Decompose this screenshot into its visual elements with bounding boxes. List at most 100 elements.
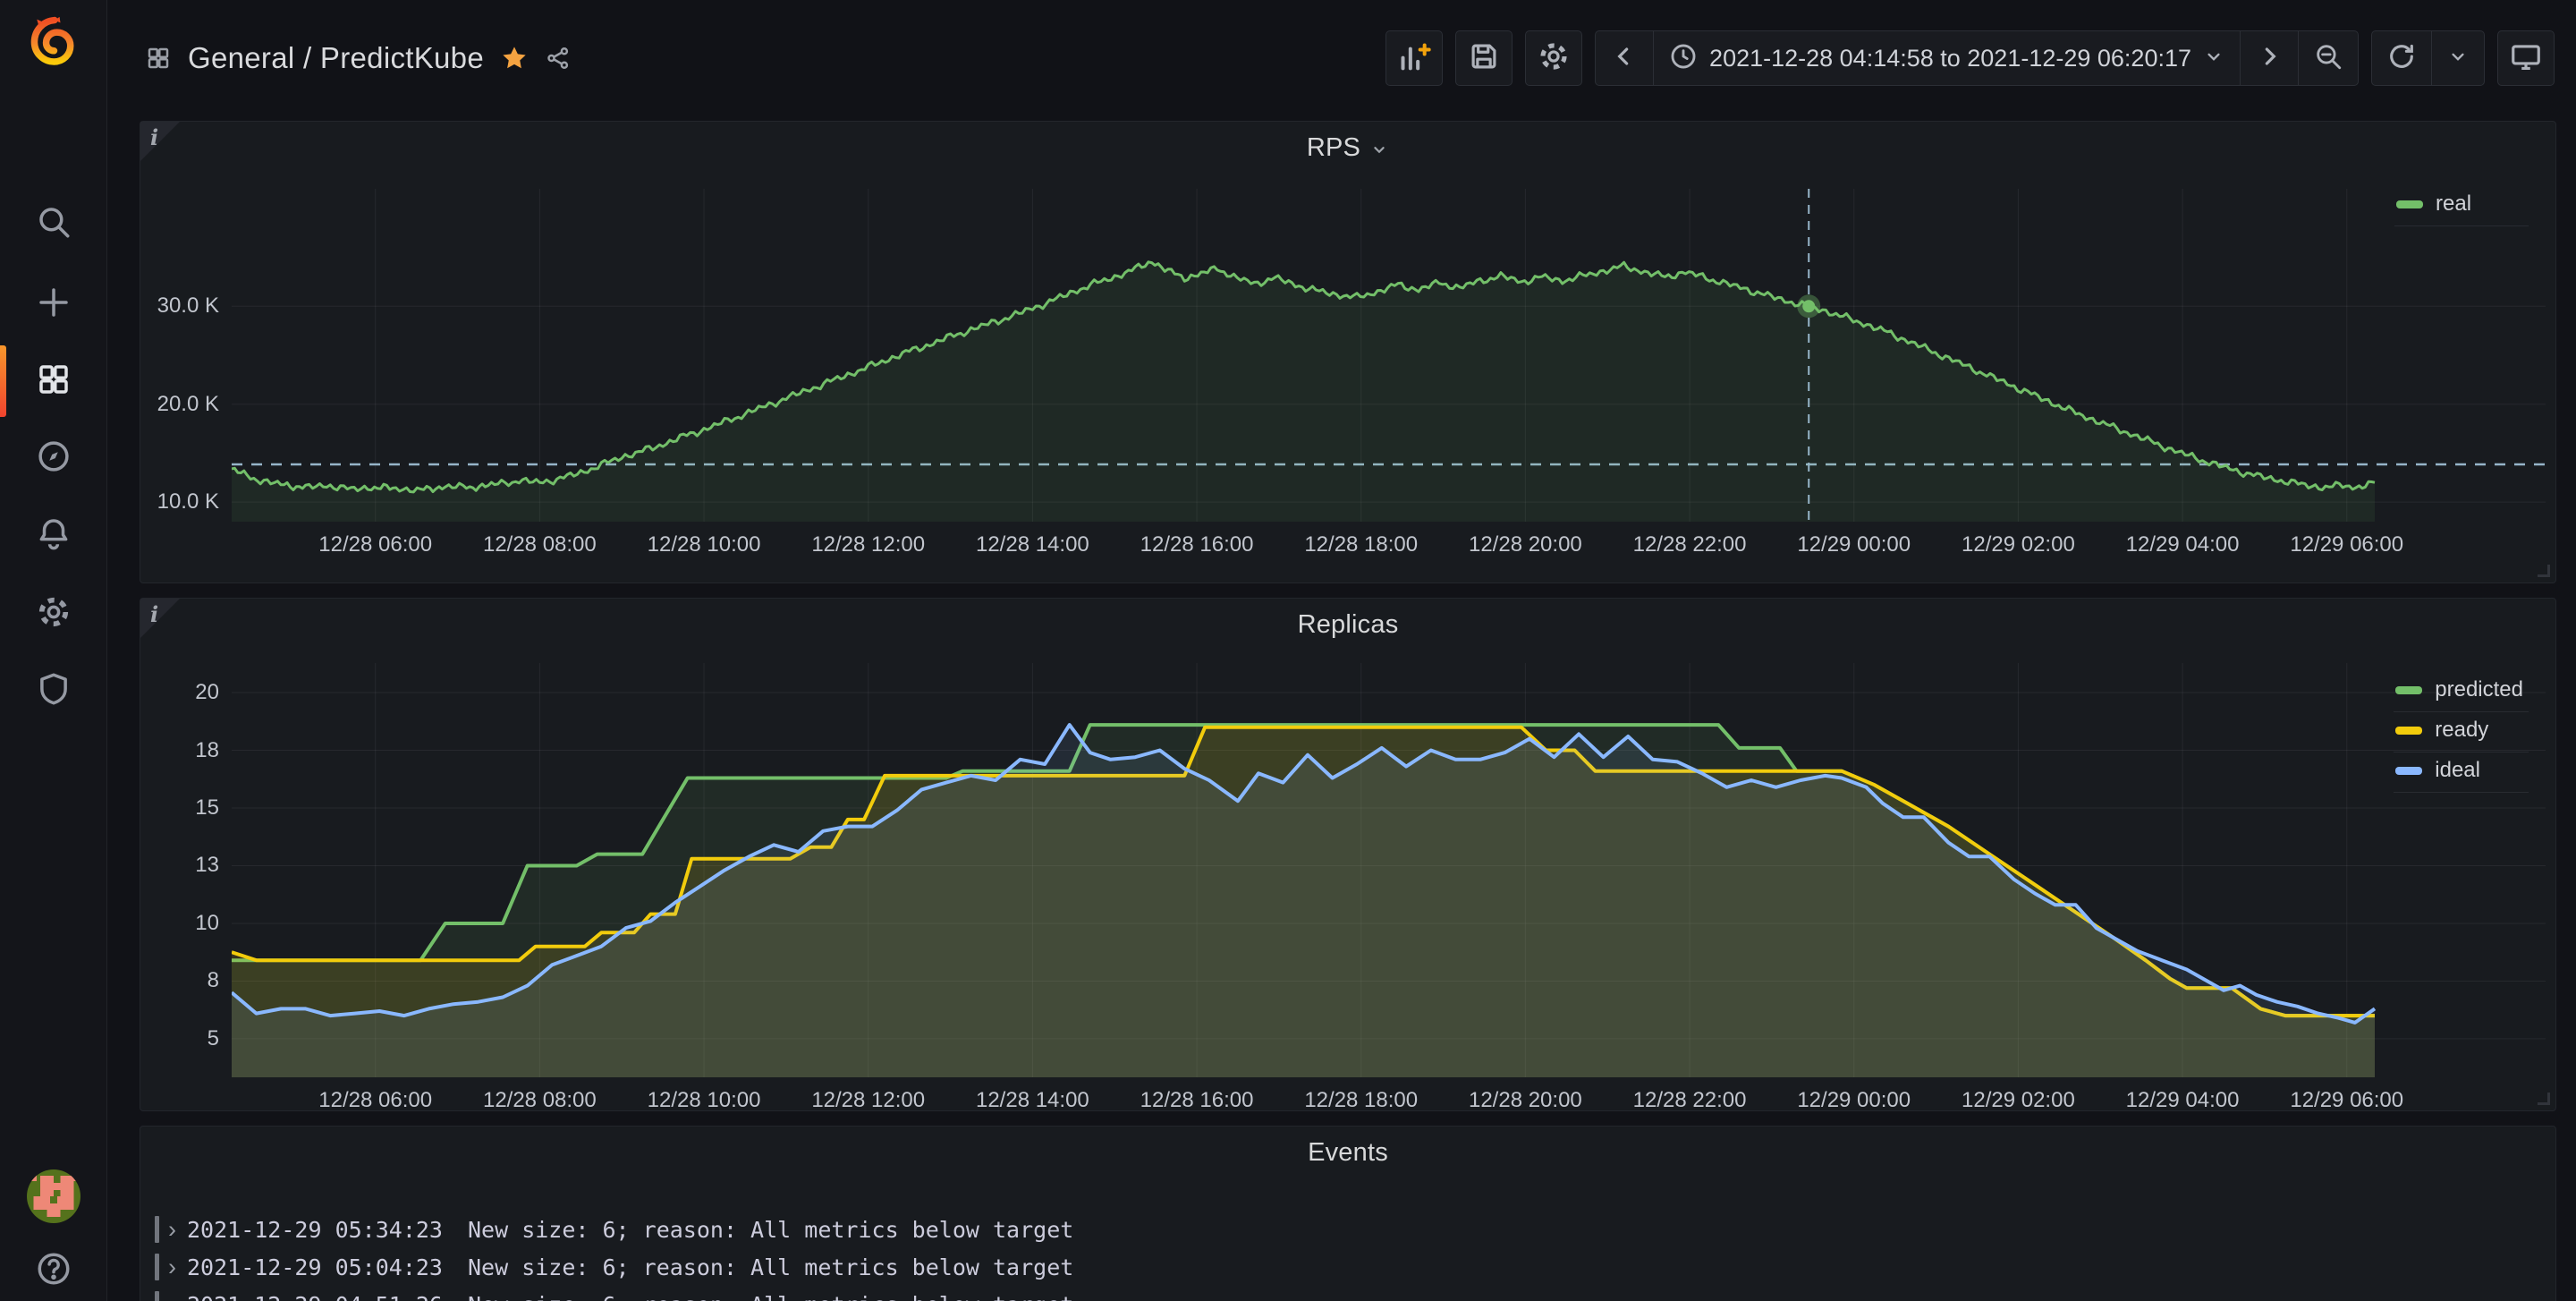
event-timestamp: 2021-12-29 05:34:23: [187, 1217, 443, 1243]
sidebar-item-search[interactable]: [0, 202, 107, 245]
x-axis-label: 12/28 14:00: [947, 1088, 1117, 1113]
expand-chevron-icon[interactable]: ›: [168, 1293, 176, 1301]
time-range-forward-button[interactable]: [2241, 31, 2299, 85]
replicas-panel-title[interactable]: Replicas: [140, 599, 2555, 650]
gear-icon: [35, 593, 72, 635]
x-axis-label: 12/29 06:00: [2262, 532, 2432, 557]
sidebar-item-alerting[interactable]: [0, 514, 107, 557]
y-axis-label: 20.0 K: [148, 391, 219, 418]
sidebar: [0, 0, 107, 1301]
tv-monitor-icon: [2509, 39, 2543, 78]
events-panel: Events › 2021-12-29 05:34:23 New size: 6; …: [140, 1126, 2556, 1301]
x-axis-label: 12/28 08:00: [454, 532, 624, 557]
event-message: New size: 6; reason: All metrics below t…: [468, 1254, 1073, 1280]
legend-item-real[interactable]: real: [2394, 186, 2529, 226]
replicas-panel: i Replicas 581013151820 12/28 06:0012/28…: [140, 598, 2556, 1111]
zoom-out-icon: [2313, 41, 2343, 76]
cycle-view-mode-button[interactable]: [2497, 30, 2555, 86]
panel-title-text: RPS: [1307, 133, 1360, 163]
x-axis-label: 12/28 14:00: [947, 532, 1117, 557]
x-axis-label: 12/28 20:00: [1440, 532, 1610, 557]
rps-chart-plot[interactable]: [232, 189, 2546, 522]
dashboards-grid-icon: [35, 361, 72, 403]
time-range-picker-button[interactable]: 2021-12-28 04:14:58 to 2021-12-29 06:20:…: [1654, 31, 2241, 85]
x-axis-label: 12/29 02:00: [1933, 1088, 2103, 1113]
x-axis-label: 12/28 16:00: [1112, 532, 1282, 557]
event-level-bar: [155, 1254, 159, 1280]
event-message: New size: 6; reason: All metrics below t…: [468, 1292, 1073, 1301]
time-range-back-button[interactable]: [1596, 31, 1654, 85]
x-axis-label: 12/28 16:00: [1112, 1088, 1282, 1113]
event-row[interactable]: › 2021-12-29 04:51:26 New size: 6; reason:…: [155, 1286, 2541, 1301]
user-avatar[interactable]: [27, 1169, 80, 1223]
chevron-down-icon: [1369, 140, 1389, 159]
y-axis-label: 18: [148, 737, 219, 764]
x-axis-label: 12/28 22:00: [1605, 1088, 1775, 1113]
sidebar-item-configuration[interactable]: [0, 592, 107, 635]
refresh-button[interactable]: [2372, 31, 2432, 85]
y-axis-label: 30.0 K: [148, 293, 219, 319]
clock-icon: [1668, 41, 1699, 76]
dashboard-settings-button[interactable]: [1525, 30, 1582, 86]
panel-resize-handle[interactable]: [2538, 1093, 2550, 1105]
legend-label: ideal: [2435, 758, 2480, 783]
breadcrumb: General / PredictKube: [145, 41, 572, 75]
panel-resize-handle[interactable]: [2538, 565, 2550, 577]
sidebar-item-explore[interactable]: [0, 437, 107, 480]
event-timestamp: 2021-12-29 04:51:26: [187, 1292, 443, 1301]
bell-icon: [35, 514, 72, 557]
legend-swatch: [2395, 727, 2422, 735]
event-row[interactable]: ›2021-12-29 05:34:23New size: 6; reason:…: [155, 1211, 2541, 1248]
apps-grid-icon: [145, 45, 172, 72]
help-question-icon: [35, 1250, 72, 1292]
sidebar-item-server-admin[interactable]: [0, 669, 107, 712]
grafana-logo[interactable]: [27, 14, 80, 68]
event-level-bar: [155, 1216, 159, 1243]
legend-item-ideal[interactable]: ideal: [2394, 753, 2529, 793]
events-log-list: › 2021-12-29 05:34:23 New size: 6; reason:…: [155, 1211, 2541, 1301]
x-axis-label: 12/28 10:00: [619, 532, 789, 557]
x-axis-label: 12/29 00:00: [1769, 1088, 1939, 1113]
replicas-chart-plot[interactable]: [232, 663, 2546, 1077]
legend-label: predicted: [2435, 677, 2523, 702]
refresh-icon: [2386, 41, 2417, 76]
caret-down-icon: [2202, 45, 2225, 72]
expand-chevron-icon[interactable]: ›: [168, 1255, 176, 1280]
rps-panel: i RPS 10.0 K20.0 K30.0 K 12/28 06:0012/2…: [140, 121, 2556, 583]
expand-chevron-icon[interactable]: ›: [168, 1218, 176, 1242]
dashboard-title[interactable]: General / PredictKube: [188, 41, 484, 75]
x-axis-label: 12/28 22:00: [1605, 532, 1775, 557]
dashboard-toolbar: 2021-12-28 04:14:58 to 2021-12-29 06:20:…: [1385, 30, 2555, 86]
legend-item-predicted[interactable]: predicted: [2394, 672, 2529, 712]
rps-legend: real: [2394, 186, 2529, 226]
legend-item-ready[interactable]: ready: [2394, 712, 2529, 753]
events-panel-title[interactable]: Events: [140, 1127, 2555, 1178]
event-timestamp: 2021-12-29 05:04:23: [187, 1254, 443, 1280]
compass-icon: [35, 438, 72, 480]
refresh-interval-dropdown[interactable]: [2432, 31, 2484, 85]
chevron-right-icon: [2255, 42, 2284, 75]
event-row[interactable]: › 2021-12-29 05:04:23 New size: 6; reason:…: [155, 1248, 2541, 1286]
sidebar-item-dashboards[interactable]: [0, 360, 107, 403]
sidebar-item-create[interactable]: [0, 283, 107, 326]
legend-label: real: [2436, 191, 2471, 217]
x-axis-label: 12/28 12:00: [784, 532, 953, 557]
event-level-bar: [155, 1291, 159, 1301]
add-panel-button[interactable]: [1385, 30, 1443, 86]
settings-gear-icon: [1537, 39, 1571, 78]
sidebar-item-help[interactable]: [0, 1249, 107, 1292]
rps-panel-title[interactable]: RPS: [140, 122, 2555, 174]
legend-label: ready: [2435, 718, 2488, 743]
legend-swatch: [2396, 200, 2423, 208]
save-dashboard-button[interactable]: [1455, 30, 1513, 86]
replicas-legend: predicted ready ideal: [2394, 672, 2529, 793]
time-range-text: 2021-12-28 04:14:58 to 2021-12-29 06:20:…: [1709, 45, 2191, 72]
x-axis-label: 12/29 00:00: [1769, 532, 1939, 557]
y-axis-label: 8: [148, 967, 219, 994]
zoom-out-button[interactable]: [2299, 31, 2358, 85]
chevron-left-icon: [1610, 42, 1639, 75]
share-icon[interactable]: [545, 45, 572, 72]
star-icon[interactable]: [500, 44, 529, 72]
y-axis-label: 10.0 K: [148, 489, 219, 515]
search-icon: [35, 203, 72, 245]
